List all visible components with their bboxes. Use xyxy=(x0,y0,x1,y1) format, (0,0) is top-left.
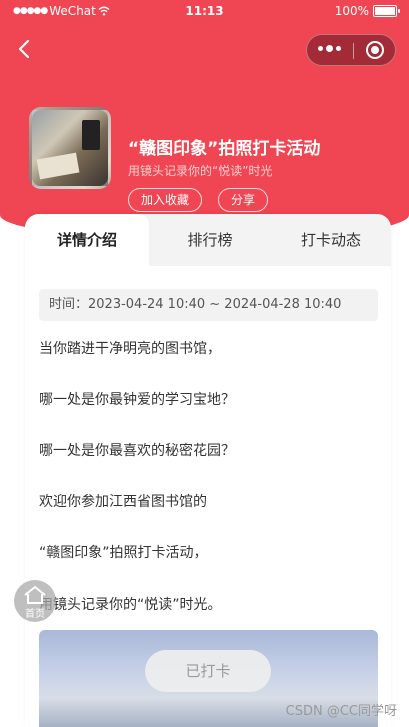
share-button[interactable]: 分享 xyxy=(218,188,269,212)
more-dots-icon[interactable] xyxy=(318,45,341,52)
description-line: 哪一处是你最钟爱的学习宝地？ xyxy=(39,392,235,408)
description-line: 哪一处是你最喜欢的秘密花园？ xyxy=(39,443,235,459)
activity-title: “赣图印象”拍照打卡活动 xyxy=(128,139,321,159)
activity-subtitle: 用镜头记录你的“悦读”时光 xyxy=(128,164,273,178)
description-line: 用镜头记录你的“悦读”时光。 xyxy=(39,597,222,613)
home-button[interactable]: 首页 xyxy=(14,580,56,622)
home-label: 首页 xyxy=(25,609,45,620)
add-favorite-button[interactable]: 加入收藏 xyxy=(128,188,203,212)
close-mini-program-icon[interactable] xyxy=(366,41,384,59)
description-line: 当你踏进干净明亮的图书馆， xyxy=(39,341,221,357)
battery-percent: 100% xyxy=(334,4,369,18)
battery-group: 100% xyxy=(334,4,400,18)
description-line: “赣图印象”拍照打卡活动， xyxy=(39,545,208,561)
mini-program-capsule xyxy=(306,34,396,66)
capsule-divider xyxy=(353,43,354,59)
battery-icon xyxy=(373,5,400,17)
activity-header: “赣图印象”拍照打卡活动 用镜头记录你的“悦读”时光 加入收藏 分享 xyxy=(0,22,409,240)
status-bar: ●●●●● WeChat 11:13 100% xyxy=(0,0,409,22)
home-icon xyxy=(24,586,46,604)
tab-details[interactable]: 详情介绍 xyxy=(25,214,149,266)
back-icon[interactable] xyxy=(14,38,36,60)
tab-leaderboard[interactable]: 排行榜 xyxy=(149,214,271,266)
detail-card: 详情介绍 排行榜 打卡动态 时间：2023-04-24 10:40 ~ 2024… xyxy=(25,214,391,727)
tab-bar: 详情介绍 排行榜 打卡动态 xyxy=(25,214,391,266)
watermark: CSDN @CC同学呀 xyxy=(285,704,397,719)
tab-checkin-feed[interactable]: 打卡动态 xyxy=(271,214,391,266)
description-line: 欢迎你参加江西省图书馆的 xyxy=(39,494,207,510)
activity-cover-image xyxy=(29,107,111,189)
activity-time: 时间：2023-04-24 10:40 ~ 2024-04-28 10:40 xyxy=(39,289,378,321)
checked-in-button[interactable]: 已打卡 xyxy=(145,650,271,692)
